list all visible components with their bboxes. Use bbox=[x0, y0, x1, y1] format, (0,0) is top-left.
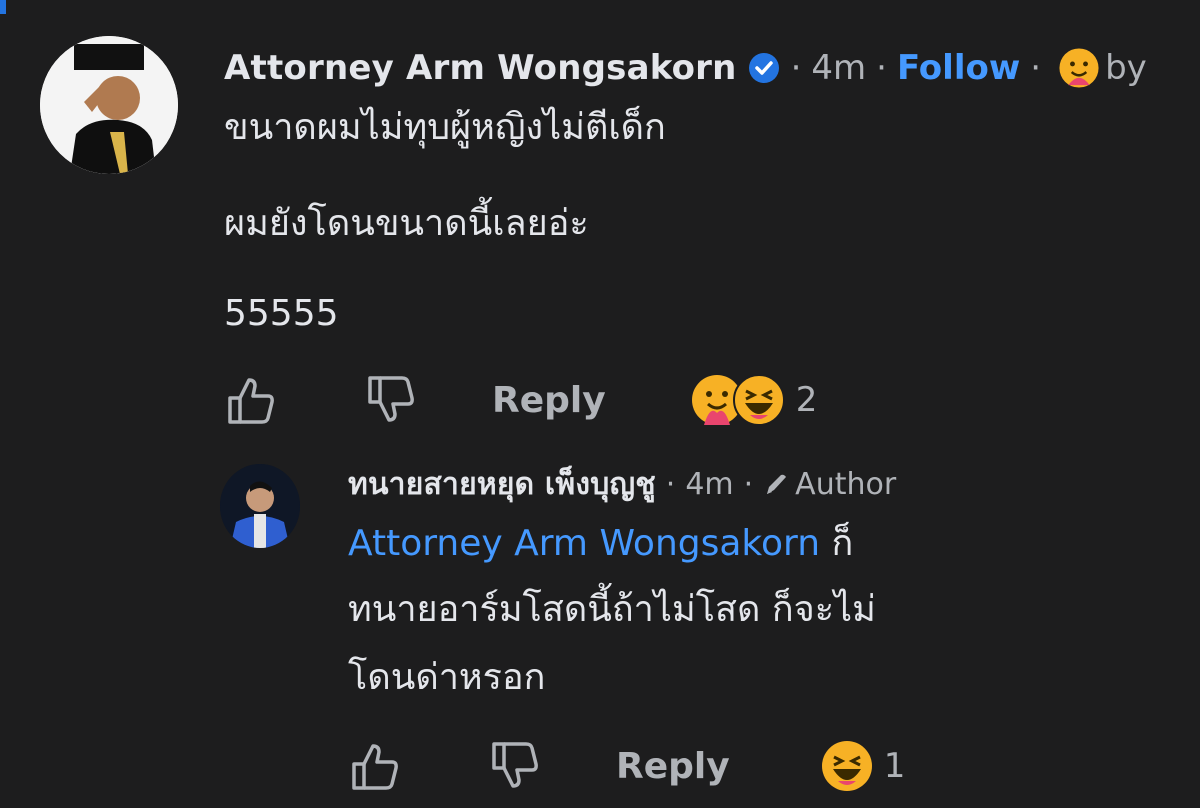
thumbs-down-icon bbox=[368, 376, 414, 422]
separator-dot: · bbox=[665, 466, 676, 502]
reply-timestamp[interactable]: 4m bbox=[685, 467, 733, 502]
reaction-summary[interactable]: 2 bbox=[690, 373, 818, 427]
verified-badge-icon bbox=[747, 51, 781, 85]
reply-button[interactable]: Reply bbox=[492, 380, 606, 421]
dislike-button[interactable] bbox=[360, 372, 420, 428]
separator-dot: · bbox=[876, 48, 887, 88]
like-button[interactable] bbox=[344, 738, 404, 794]
reaction-summary[interactable]: 1 bbox=[820, 739, 906, 793]
like-button[interactable] bbox=[220, 372, 280, 428]
thumbs-down-icon bbox=[492, 742, 538, 788]
reaction-count: 1 bbox=[883, 746, 906, 786]
reaction-count: 2 bbox=[795, 380, 818, 420]
haha-emoji-icon bbox=[821, 741, 872, 791]
reply-actions: Reply 1 bbox=[344, 738, 905, 794]
dislike-button[interactable] bbox=[484, 738, 544, 794]
comment-text-line: ผมยังโดนขนาดนี้เลยอ่ะ bbox=[224, 203, 589, 244]
care-emoji-icon bbox=[1057, 46, 1101, 90]
separator-dot: · bbox=[790, 48, 802, 88]
comment-text-line: ขนาดผมไม่ทุบผู้หญิงไม่ตีเด็ก bbox=[224, 107, 666, 148]
truncated-text: by bbox=[1105, 48, 1147, 88]
reply-text-fragment: ก็ bbox=[831, 523, 854, 564]
reply-meta: ทนายสายหยุด เพ็งบุญชู · 4m · Author bbox=[348, 462, 896, 506]
separator-dot: · bbox=[743, 466, 754, 502]
reply-text-line: ทนายอาร์มโสดนี้ถ้าไม่โสด ก็จะไม่ bbox=[348, 589, 876, 630]
follow-button[interactable]: Follow bbox=[897, 48, 1020, 88]
comment-meta: Attorney Arm Wongsakorn · 4m · Follow · … bbox=[224, 44, 1147, 92]
reply-button[interactable]: Reply bbox=[616, 746, 730, 787]
haha-emoji-icon bbox=[732, 374, 785, 426]
mention-link[interactable]: Attorney Arm Wongsakorn bbox=[348, 523, 820, 564]
avatar[interactable] bbox=[220, 464, 300, 548]
avatar[interactable] bbox=[40, 36, 178, 174]
thumbs-up-icon bbox=[352, 744, 398, 790]
pen-icon bbox=[763, 471, 789, 497]
reply-author-name[interactable]: ทนายสายหยุด เพ็งบุญชู bbox=[348, 461, 656, 508]
thread-accent-bar bbox=[0, 0, 6, 14]
author-badge: Author bbox=[795, 466, 897, 502]
thumbs-up-icon bbox=[228, 378, 274, 424]
comment-timestamp[interactable]: 4m bbox=[811, 48, 866, 88]
comment-text-line: 55555 bbox=[224, 293, 339, 334]
separator-dot: · bbox=[1030, 48, 1042, 88]
reply-text-line: Attorney Arm Wongsakorn ก็ bbox=[348, 520, 853, 568]
comment-author-name[interactable]: Attorney Arm Wongsakorn bbox=[224, 48, 737, 88]
comment-actions: Reply 2 bbox=[220, 372, 817, 428]
reply-text-line: โดนด่าหรอก bbox=[348, 657, 546, 698]
